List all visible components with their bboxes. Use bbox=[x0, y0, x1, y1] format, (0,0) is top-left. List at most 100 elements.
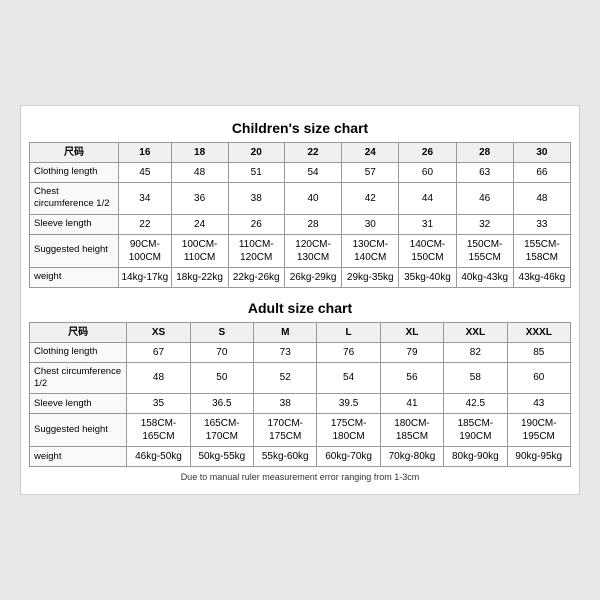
children-col-header-3: 20 bbox=[228, 142, 284, 162]
adult-col-header-0: 尺码 bbox=[30, 322, 127, 342]
children-row-4: weight14kg-17kg18kg-22kg22kg-26kg26kg-29… bbox=[30, 267, 571, 287]
adult-cell-1-6: 60 bbox=[507, 362, 570, 394]
adult-col-header-1: XS bbox=[127, 322, 190, 342]
children-cell-0-6: 63 bbox=[456, 162, 513, 182]
children-cell-3-1: 100CM-110CM bbox=[171, 234, 228, 267]
children-size-table: 尺码1618202224262830 Clothing length454851… bbox=[29, 142, 571, 288]
adult-cell-0-3: 76 bbox=[317, 342, 380, 362]
adult-row-label-0: Clothing length bbox=[30, 342, 127, 362]
adult-chart-title: Adult size chart bbox=[29, 296, 571, 322]
children-col-header-0: 尺码 bbox=[30, 142, 119, 162]
adult-row-label-2: Sleeve length bbox=[30, 394, 127, 414]
adult-cell-3-5: 185CM-190CM bbox=[444, 414, 507, 447]
children-cell-0-4: 57 bbox=[342, 162, 399, 182]
children-col-header-2: 18 bbox=[171, 142, 228, 162]
children-row-1: Chest circumference 1/23436384042444648 bbox=[30, 182, 571, 214]
children-cell-1-2: 38 bbox=[228, 182, 284, 214]
adult-row-label-4: weight bbox=[30, 447, 127, 467]
adult-cell-2-6: 43 bbox=[507, 394, 570, 414]
adult-cell-4-5: 80kg-90kg bbox=[444, 447, 507, 467]
adult-cell-1-4: 56 bbox=[380, 362, 443, 394]
children-cell-4-3: 26kg-29kg bbox=[284, 267, 341, 287]
children-cell-2-5: 31 bbox=[399, 214, 456, 234]
children-cell-2-1: 24 bbox=[171, 214, 228, 234]
children-cell-2-2: 26 bbox=[228, 214, 284, 234]
children-col-header-4: 22 bbox=[284, 142, 341, 162]
adult-row-label-1: Chest circumference 1/2 bbox=[30, 362, 127, 394]
children-col-header-7: 28 bbox=[456, 142, 513, 162]
chart-container: Children's size chart 尺码1618202224262830… bbox=[20, 105, 580, 495]
adult-cell-0-4: 79 bbox=[380, 342, 443, 362]
children-cell-1-6: 46 bbox=[456, 182, 513, 214]
adult-cell-1-0: 48 bbox=[127, 362, 190, 394]
adult-cell-2-1: 36.5 bbox=[190, 394, 253, 414]
children-cell-3-2: 110CM-120CM bbox=[228, 234, 284, 267]
adult-cell-4-4: 70kg-80kg bbox=[380, 447, 443, 467]
children-chart-title: Children's size chart bbox=[29, 116, 571, 142]
children-cell-3-6: 150CM-155CM bbox=[456, 234, 513, 267]
adult-cell-1-2: 52 bbox=[254, 362, 317, 394]
children-cell-3-0: 90CM-100CM bbox=[118, 234, 171, 267]
children-cell-0-0: 45 bbox=[118, 162, 171, 182]
adult-cell-1-1: 50 bbox=[190, 362, 253, 394]
children-cell-1-5: 44 bbox=[399, 182, 456, 214]
children-cell-1-3: 40 bbox=[284, 182, 341, 214]
adult-header-row: 尺码XSSMLXLXXLXXXL bbox=[30, 322, 571, 342]
adult-cell-1-3: 54 bbox=[317, 362, 380, 394]
children-row-2: Sleeve length2224262830313233 bbox=[30, 214, 571, 234]
children-cell-4-4: 29kg-35kg bbox=[342, 267, 399, 287]
children-cell-2-3: 28 bbox=[284, 214, 341, 234]
adult-cell-1-5: 58 bbox=[444, 362, 507, 394]
adult-cell-2-0: 35 bbox=[127, 394, 190, 414]
adult-cell-4-3: 60kg-70kg bbox=[317, 447, 380, 467]
adult-col-header-7: XXXL bbox=[507, 322, 570, 342]
children-cell-0-3: 54 bbox=[284, 162, 341, 182]
children-cell-4-1: 18kg-22kg bbox=[171, 267, 228, 287]
adult-cell-4-0: 46kg-50kg bbox=[127, 447, 190, 467]
children-row-label-4: weight bbox=[30, 267, 119, 287]
children-row-0: Clothing length4548515457606366 bbox=[30, 162, 571, 182]
children-cell-4-6: 40kg-43kg bbox=[456, 267, 513, 287]
children-cell-4-7: 43kg-46kg bbox=[513, 267, 570, 287]
adult-cell-3-3: 175CM-180CM bbox=[317, 414, 380, 447]
children-cell-2-0: 22 bbox=[118, 214, 171, 234]
adult-row-4: weight46kg-50kg50kg-55kg55kg-60kg60kg-70… bbox=[30, 447, 571, 467]
adult-cell-2-4: 41 bbox=[380, 394, 443, 414]
adult-cell-3-6: 190CM-195CM bbox=[507, 414, 570, 447]
children-cell-2-7: 33 bbox=[513, 214, 570, 234]
adult-row-0: Clothing length67707376798285 bbox=[30, 342, 571, 362]
adult-cell-2-5: 42.5 bbox=[444, 394, 507, 414]
adult-cell-0-6: 85 bbox=[507, 342, 570, 362]
children-cell-1-7: 48 bbox=[513, 182, 570, 214]
adult-cell-3-2: 170CM-175CM bbox=[254, 414, 317, 447]
adult-col-header-4: L bbox=[317, 322, 380, 342]
adult-row-label-3: Suggested height bbox=[30, 414, 127, 447]
children-cell-0-1: 48 bbox=[171, 162, 228, 182]
children-cell-0-2: 51 bbox=[228, 162, 284, 182]
children-col-header-6: 26 bbox=[399, 142, 456, 162]
children-cell-1-4: 42 bbox=[342, 182, 399, 214]
adult-cell-0-2: 73 bbox=[254, 342, 317, 362]
children-cell-0-5: 60 bbox=[399, 162, 456, 182]
children-cell-3-3: 120CM-130CM bbox=[284, 234, 341, 267]
children-row-label-2: Sleeve length bbox=[30, 214, 119, 234]
adult-cell-4-1: 50kg-55kg bbox=[190, 447, 253, 467]
adult-row-1: Chest circumference 1/248505254565860 bbox=[30, 362, 571, 394]
children-cell-2-6: 32 bbox=[456, 214, 513, 234]
adult-cell-4-6: 90kg-95kg bbox=[507, 447, 570, 467]
children-cell-2-4: 30 bbox=[342, 214, 399, 234]
adult-cell-3-1: 165CM-170CM bbox=[190, 414, 253, 447]
adult-col-header-5: XL bbox=[380, 322, 443, 342]
children-col-header-1: 16 bbox=[118, 142, 171, 162]
children-header-row: 尺码1618202224262830 bbox=[30, 142, 571, 162]
adult-cell-3-4: 180CM-185CM bbox=[380, 414, 443, 447]
children-cell-4-5: 35kg-40kg bbox=[399, 267, 456, 287]
children-row-3: Suggested height90CM-100CM100CM-110CM110… bbox=[30, 234, 571, 267]
adult-cell-2-3: 39.5 bbox=[317, 394, 380, 414]
adult-cell-4-2: 55kg-60kg bbox=[254, 447, 317, 467]
children-cell-1-0: 34 bbox=[118, 182, 171, 214]
adult-col-header-6: XXL bbox=[444, 322, 507, 342]
adult-cell-0-1: 70 bbox=[190, 342, 253, 362]
children-cell-3-4: 130CM-140CM bbox=[342, 234, 399, 267]
adult-col-header-3: M bbox=[254, 322, 317, 342]
